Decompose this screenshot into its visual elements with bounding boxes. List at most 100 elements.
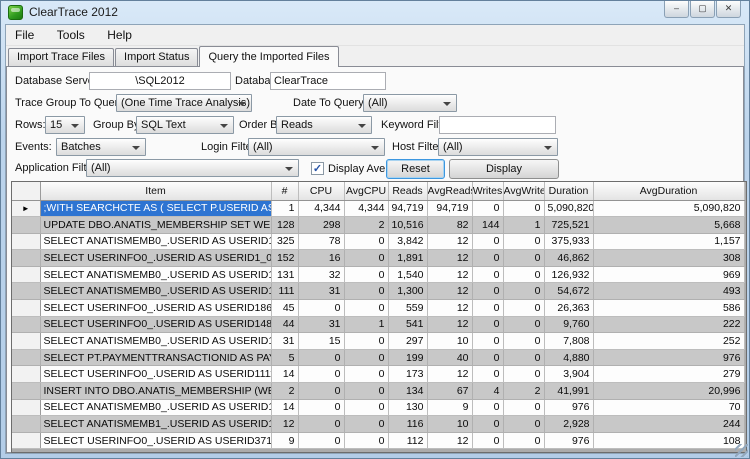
cell-value[interactable]: 116 [388,416,427,433]
cell-value[interactable]: 45 [271,300,298,317]
table-row[interactable]: SELECT ANATISMEMB0_.USERID AS USERID1_0_… [12,333,744,350]
cell-value[interactable]: 12 [427,250,472,267]
row-selector[interactable] [12,399,40,416]
cell-value[interactable]: 16 [298,250,344,267]
cell-value[interactable]: 0 [503,333,544,350]
row-selector[interactable] [12,250,40,267]
group-by-select[interactable]: SQL Text [136,116,234,134]
cell-value[interactable]: 126,932 [544,266,593,283]
table-row[interactable]: SELECT USERINFO0_.USERID AS USERID186_0_… [12,300,744,317]
cell-value[interactable]: 1,891 [388,250,427,267]
events-select[interactable]: Batches [56,138,146,156]
cell-value[interactable]: 15 [298,333,344,350]
cell-value[interactable]: 31 [298,316,344,333]
cell-value[interactable]: 0 [472,432,503,449]
cell-value[interactable]: 0 [503,416,544,433]
cell-value[interactable]: 0 [472,200,503,217]
cell-item[interactable]: SELECT USERINFO0_.USERID AS USERID371_0_… [40,432,271,449]
row-selector[interactable] [12,432,40,449]
cell-value[interactable]: 0 [472,416,503,433]
cell-value[interactable]: 9 [271,432,298,449]
table-row[interactable]: ►;WITH SEARCHCTE AS ( SELECT P.USERID AS… [12,200,744,217]
cell-value[interactable]: 12 [427,316,472,333]
row-selector[interactable] [12,383,40,400]
login-filter-select[interactable]: (All) [248,138,385,156]
cell-value[interactable]: 0 [298,399,344,416]
cell-value[interactable]: 4,344 [298,200,344,217]
cell-value[interactable]: 0 [472,366,503,383]
cell-value[interactable]: 0 [503,200,544,217]
cell-item[interactable]: SELECT ANATISMEMB0_.USERID AS USERID1_0_… [40,333,271,350]
cell-item[interactable]: SELECT USERINFO0_.USERID AS USERID1111_0… [40,366,271,383]
table-row[interactable]: SELECT ANATISMEMB0_.USERID AS USERID1_0_… [12,233,744,250]
host-filter-select[interactable]: (All) [438,138,558,156]
cell-value[interactable]: 94,719 [427,200,472,217]
row-selector[interactable] [12,233,40,250]
cell-value[interactable]: 1 [503,217,544,234]
cell-value[interactable]: 0 [472,283,503,300]
cell-value[interactable]: 12 [427,432,472,449]
cell-value[interactable]: 0 [503,366,544,383]
cell-value[interactable]: 2 [344,217,388,234]
cell-value[interactable]: 54,672 [544,283,593,300]
cell-value[interactable]: 20,996 [593,383,744,400]
database-input[interactable] [270,72,386,90]
minimize-button[interactable]: – [664,1,689,18]
cell-value[interactable]: 3,904 [544,366,593,383]
cell-item[interactable]: SELECT ANATISMEMB0_.USERID AS USERID1_0_… [40,233,271,250]
column-header-cpu[interactable]: CPU [298,182,344,200]
cell-value[interactable]: 244 [593,416,744,433]
cell-item[interactable]: SELECT USERINFO0_.USERID AS USERID1_0_, … [40,250,271,267]
cell-value[interactable]: 0 [472,300,503,317]
cell-item[interactable]: SELECT ANATISMEMB0_.USERID AS USERID1481… [40,283,271,300]
column-header-avgduration[interactable]: AvgDuration [593,182,744,200]
cell-value[interactable]: 5 [271,349,298,366]
cell-value[interactable]: 0 [344,432,388,449]
cell-value[interactable]: 44 [271,316,298,333]
table-row[interactable]: INSERT INTO DBO.ANATIS_MEMBERSHIP (WEBSI… [12,383,744,400]
cell-value[interactable]: 9,760 [544,316,593,333]
cell-value[interactable]: 541 [388,316,427,333]
cell-value[interactable]: 375,933 [544,233,593,250]
cell-value[interactable]: 12 [427,366,472,383]
keyword-filter-input[interactable] [439,116,556,134]
cell-value[interactable]: 0 [344,416,388,433]
row-selector[interactable] [12,217,40,234]
cell-value[interactable]: 0 [503,266,544,283]
menu-file[interactable]: File [6,25,43,46]
cell-value[interactable]: 0 [472,266,503,283]
cell-value[interactable]: 1 [344,316,388,333]
cell-value[interactable]: 111 [271,283,298,300]
cell-value[interactable]: 1,157 [593,233,744,250]
cell-value[interactable]: 0 [344,233,388,250]
cell-value[interactable]: 14 [271,399,298,416]
cell-value[interactable]: 131 [271,266,298,283]
column-header-duration[interactable]: Duration [544,182,593,200]
display-button[interactable]: Display [449,159,559,179]
cell-value[interactable]: 40 [427,349,472,366]
cell-item[interactable]: SELECT PT.PAYMENTTRANSACTIONID AS PAYMEN… [40,349,271,366]
cell-value[interactable]: 0 [503,316,544,333]
cell-value[interactable]: 0 [298,300,344,317]
rows-select[interactable]: 15 [45,116,85,134]
column-header-avgreads[interactable]: AvgReads [427,182,472,200]
cell-value[interactable]: 0 [503,432,544,449]
cell-value[interactable]: 0 [344,366,388,383]
select-all-header[interactable] [12,182,40,200]
column-header-avgcpu[interactable]: AvgCPU [344,182,388,200]
table-row[interactable]: SELECT USERINFO0_.USERID AS USERID1_0_, … [12,250,744,267]
cell-item[interactable]: SELECT ANATISMEMB1_.USERID AS USERID1_0_… [40,416,271,433]
row-selector[interactable] [12,266,40,283]
tab-query-the-imported-files[interactable]: Query the Imported Files [199,46,338,67]
database-server-input[interactable] [89,72,231,90]
cell-value[interactable]: 0 [344,283,388,300]
cell-item[interactable]: SELECT USERINFO0_.USERID AS USERID1481_0… [40,316,271,333]
cell-value[interactable]: 2,928 [544,416,593,433]
cell-value[interactable]: 0 [503,349,544,366]
resize-grip[interactable] [735,444,748,457]
cell-value[interactable]: 0 [472,349,503,366]
cell-value[interactable]: 2 [271,383,298,400]
cell-value[interactable]: 0 [472,233,503,250]
tab-import-trace-files[interactable]: Import Trace Files [8,48,114,67]
cell-value[interactable]: 222 [593,316,744,333]
